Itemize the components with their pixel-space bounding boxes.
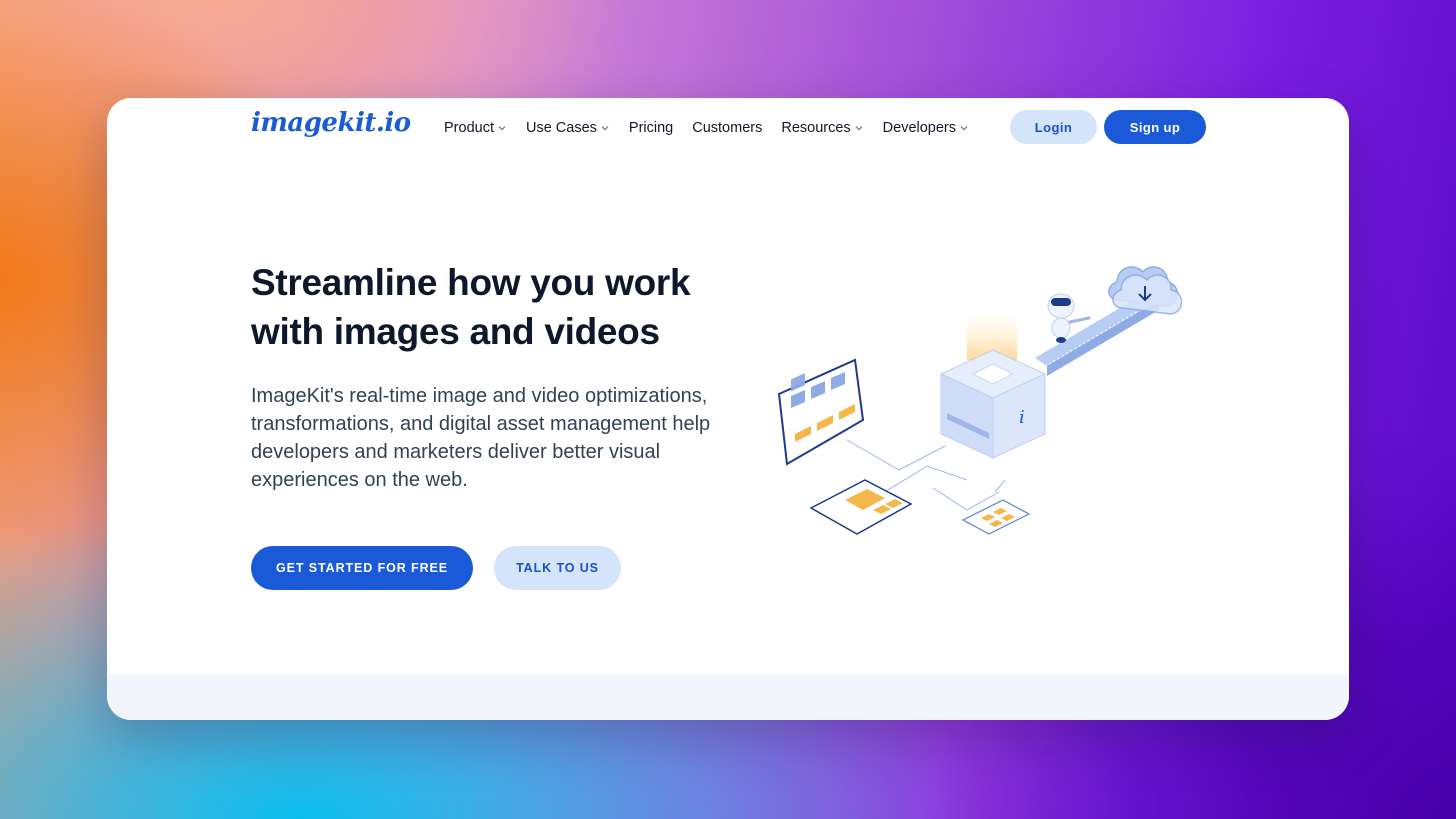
nav-item-pricing[interactable]: Pricing [629, 120, 673, 136]
image-editor-panel [809, 479, 913, 535]
cloud-download-icon [1108, 266, 1183, 315]
talk-to-us-button[interactable]: TALK TO US [494, 546, 621, 590]
chevron-down-icon [498, 126, 506, 131]
nav-item-label: Pricing [628, 120, 674, 136]
video-gallery-panel [777, 358, 865, 466]
nav-item-label: Use Cases [525, 120, 597, 136]
chevron-down-icon [601, 126, 609, 131]
website-card: imagekit.io Product Use Cases Pricing Cu… [107, 98, 1349, 720]
thumbnail-grid-panel [961, 499, 1031, 535]
hero-title-line-1: Streamline how you work [251, 262, 691, 303]
imagekit-processing-cube-illustration: i [777, 266, 1183, 535]
next-section-band [107, 675, 1349, 720]
signup-button[interactable]: Sign up [1104, 110, 1206, 144]
chevron-down-icon [960, 126, 968, 131]
hero-description: ImageKit's real-time image and video opt… [251, 385, 711, 491]
nav-item-resources[interactable]: Resources [781, 120, 863, 136]
chevron-down-icon [855, 126, 863, 131]
nav-item-label: Resources [781, 120, 851, 136]
login-button[interactable]: Login [1010, 110, 1097, 144]
cube-letter: i [1019, 407, 1025, 428]
nav-item-label: Product [444, 120, 494, 136]
nav-item-developers[interactable]: Developers [883, 120, 969, 136]
hero-title: Streamline how you work with images and … [251, 258, 771, 356]
nav-item-use-cases[interactable]: Use Cases [526, 120, 610, 136]
imagekit-logo[interactable]: imagekit.io [251, 108, 411, 138]
hero-title-line-2: with images and videos [251, 311, 660, 352]
nav-item-label: Customers [692, 120, 763, 136]
processing-cube: i [939, 349, 1047, 459]
get-started-button[interactable]: GET STARTED FOR FREE [251, 546, 473, 590]
nav-item-label: Developers [882, 120, 956, 136]
main-nav: Product Use Cases Pricing Customers Reso… [444, 120, 988, 136]
nav-item-product[interactable]: Product [444, 120, 507, 136]
nav-item-customers[interactable]: Customers [692, 120, 762, 136]
